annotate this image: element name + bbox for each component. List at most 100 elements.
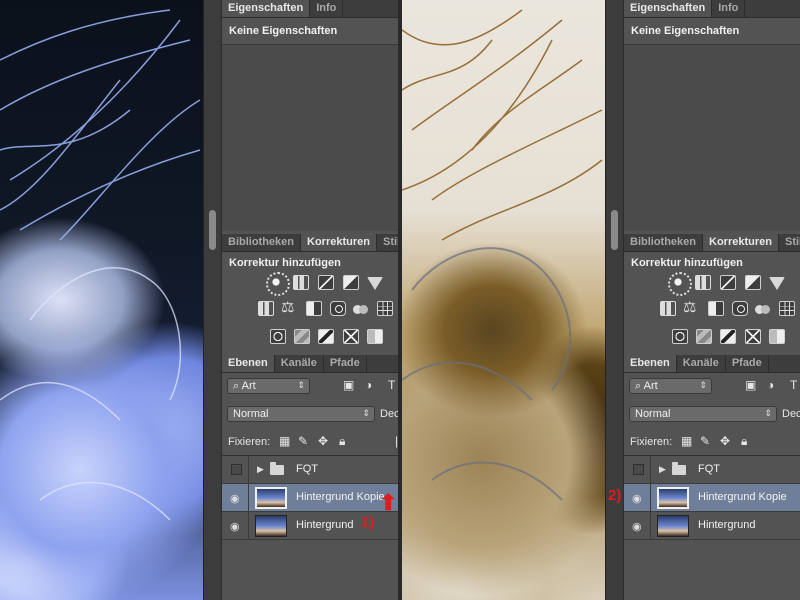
photo-filter-icon[interactable]: [330, 301, 346, 316]
tab-channels[interactable]: Kanäle: [677, 355, 726, 372]
properties-empty-text: Keine Eigenschaften: [631, 25, 740, 37]
eye-icon[interactable]: ◉: [230, 520, 240, 533]
gradient-map-icon[interactable]: [343, 329, 359, 344]
visibility-box[interactable]: [231, 464, 242, 475]
tab-properties[interactable]: Eigenschaften: [624, 0, 713, 17]
selective-color-icon[interactable]: [769, 329, 785, 344]
hue-saturation-icon[interactable]: [258, 301, 274, 316]
search-icon: ⌕: [635, 380, 642, 392]
curves-icon[interactable]: [720, 275, 736, 290]
layer-filter-select[interactable]: ⌕ Art ⇕: [629, 378, 712, 394]
move-icon[interactable]: ✥: [318, 434, 328, 448]
color-lookup-icon[interactable]: [779, 301, 795, 316]
tab-info[interactable]: Info: [712, 0, 746, 17]
lock-icon[interactable]: 🔒︎: [741, 434, 747, 449]
expand-triangle-icon[interactable]: ▶: [659, 464, 666, 475]
levels-icon[interactable]: [293, 275, 309, 290]
channel-mixer-icon[interactable]: [755, 301, 771, 316]
annotation-step-one: 1): [361, 514, 375, 531]
visibility-cell[interactable]: ◉: [624, 484, 651, 512]
brightness-icon[interactable]: [668, 272, 692, 296]
threshold-icon[interactable]: [318, 329, 334, 344]
scrollbar-left[interactable]: [203, 0, 221, 600]
scrollbar-thumb[interactable]: [209, 210, 216, 250]
layer-filter-select[interactable]: ⌕ Art ⇕: [227, 378, 310, 394]
corrections-title: Korrektur hinzufügen: [229, 257, 341, 269]
document-canvas-right[interactable]: [402, 0, 605, 600]
type-filter-icon[interactable]: T: [388, 378, 395, 392]
color-balance-icon[interactable]: ⚖: [281, 300, 297, 315]
adjustment-filter-icon[interactable]: ◑: [365, 378, 372, 392]
color-lookup-icon[interactable]: [377, 301, 393, 316]
visibility-cell[interactable]: ◉: [222, 512, 249, 540]
photo-filter-icon[interactable]: [732, 301, 748, 316]
curves-icon[interactable]: [318, 275, 334, 290]
invert-icon[interactable]: [672, 329, 688, 344]
expand-triangle-icon[interactable]: ▶: [257, 464, 264, 475]
hue-saturation-icon[interactable]: [660, 301, 676, 316]
properties-content: [222, 44, 398, 231]
transparency-lock-icon[interactable]: ▦: [681, 434, 692, 448]
tab-styles[interactable]: Stil: [377, 234, 398, 251]
gradient-map-icon[interactable]: [745, 329, 761, 344]
tab-paths[interactable]: Pfade: [324, 355, 367, 372]
brightness-icon[interactable]: [266, 272, 290, 296]
layer-row-selected[interactable]: ◉ Hintergrund Kopie: [624, 484, 800, 512]
visibility-cell[interactable]: [222, 456, 249, 484]
tab-layers[interactable]: Ebenen: [624, 355, 677, 372]
visibility-box[interactable]: [633, 464, 644, 475]
tab-properties[interactable]: Eigenschaften: [222, 0, 311, 17]
smoke-wisps-left: [0, 9, 201, 521]
channel-mixer-icon[interactable]: [353, 301, 369, 316]
layer-row-selected[interactable]: ◉ Hintergrund Kopie: [222, 484, 398, 512]
lock-label: Fixieren:: [228, 436, 271, 448]
image-filter-icon[interactable]: ▣: [343, 378, 354, 392]
posterize-icon[interactable]: [696, 329, 712, 344]
exposure-icon[interactable]: [745, 275, 761, 290]
color-balance-icon[interactable]: ⚖: [683, 300, 699, 315]
image-filter-icon[interactable]: ▣: [745, 378, 756, 392]
tab-styles[interactable]: Stil: [779, 234, 800, 251]
tab-libraries[interactable]: Bibliotheken: [222, 234, 302, 251]
threshold-icon[interactable]: [720, 329, 736, 344]
invert-icon[interactable]: [270, 329, 286, 344]
selective-color-icon[interactable]: [367, 329, 383, 344]
tab-channels[interactable]: Kanäle: [275, 355, 324, 372]
document-canvas-left[interactable]: [0, 0, 203, 600]
visibility-cell[interactable]: ◉: [222, 484, 249, 512]
exposure-icon[interactable]: [343, 275, 359, 290]
type-filter-icon[interactable]: T: [790, 378, 797, 392]
vibrance-icon[interactable]: [367, 277, 383, 290]
scrollbar-right[interactable]: [605, 0, 623, 600]
tab-libraries[interactable]: Bibliotheken: [624, 234, 704, 251]
black-white-icon[interactable]: [306, 301, 322, 316]
black-white-icon[interactable]: [708, 301, 724, 316]
tab-corrections[interactable]: Korrekturen: [301, 234, 377, 251]
tab-info[interactable]: Info: [310, 0, 344, 17]
posterize-icon[interactable]: [294, 329, 310, 344]
eye-icon[interactable]: ◉: [230, 492, 240, 505]
eye-icon[interactable]: ◉: [632, 520, 642, 533]
move-icon[interactable]: ✥: [720, 434, 730, 448]
tab-corrections[interactable]: Korrekturen: [703, 234, 779, 251]
layer-row[interactable]: ◉ Hintergrund: [624, 512, 800, 540]
smoke-wisps-right: [402, 9, 603, 501]
tab-paths[interactable]: Pfade: [726, 355, 769, 372]
scrollbar-thumb[interactable]: [611, 210, 618, 250]
blend-mode-select[interactable]: Normal ⇕: [629, 406, 777, 422]
lock-icon[interactable]: 🔒︎: [339, 434, 345, 449]
brush-icon[interactable]: ✎: [298, 434, 308, 448]
layer-name: Hintergrund: [296, 519, 354, 531]
levels-icon[interactable]: [695, 275, 711, 290]
adjustment-filter-icon[interactable]: ◑: [767, 378, 774, 392]
eye-icon[interactable]: ◉: [632, 492, 642, 505]
visibility-cell[interactable]: [624, 456, 651, 484]
transparency-lock-icon[interactable]: ▦: [279, 434, 290, 448]
vibrance-icon[interactable]: [769, 277, 785, 290]
layer-row-group[interactable]: ▶ FQT: [222, 456, 398, 484]
brush-icon[interactable]: ✎: [700, 434, 710, 448]
blend-mode-select[interactable]: Normal ⇕: [227, 406, 375, 422]
visibility-cell[interactable]: ◉: [624, 512, 651, 540]
layer-row-group[interactable]: ▶ FQT: [624, 456, 800, 484]
tab-layers[interactable]: Ebenen: [222, 355, 275, 372]
